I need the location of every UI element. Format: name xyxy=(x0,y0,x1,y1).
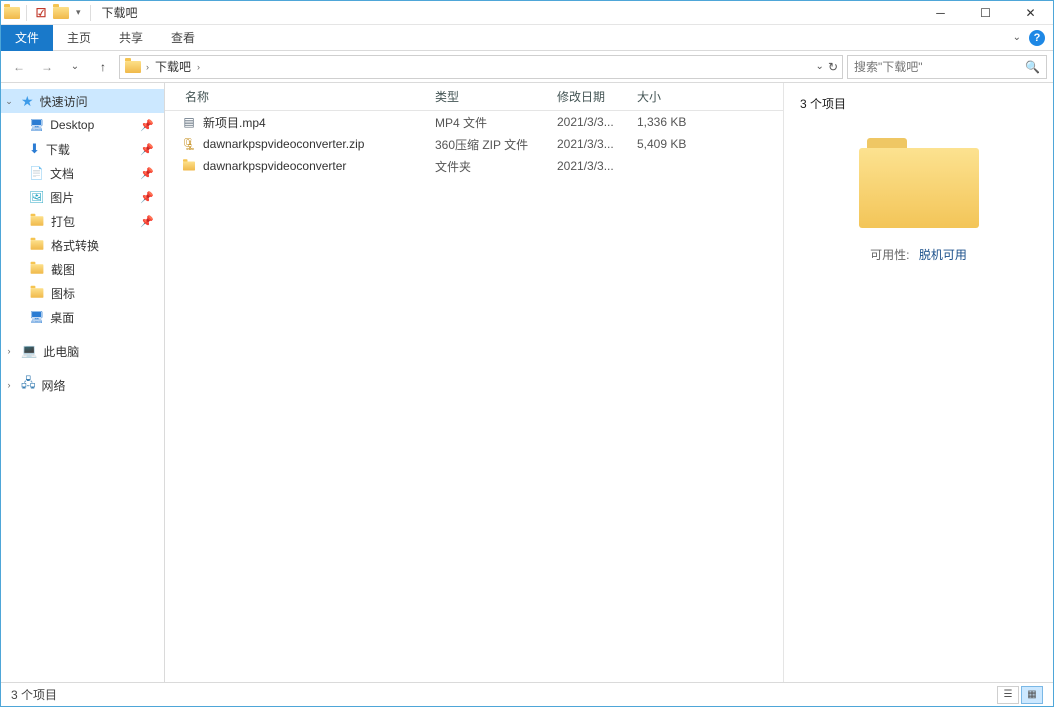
col-type[interactable]: 类型 xyxy=(427,88,549,105)
pin-icon: 📌 xyxy=(140,191,154,204)
file-row[interactable]: dawnarkpspvideoconverter 文件夹2021/3/3... xyxy=(165,155,783,177)
recent-dropdown[interactable]: ⌄ xyxy=(63,55,87,79)
ribbon-expand-icon[interactable]: ⌄ xyxy=(1013,32,1021,43)
file-type: 文件夹 xyxy=(427,158,549,175)
folder-icon xyxy=(29,213,45,229)
file-size: 1,336 KB xyxy=(629,115,709,129)
col-name[interactable]: 名称 xyxy=(165,88,427,105)
pin-icon: 📌 xyxy=(140,215,154,228)
sidebar-item-desktop[interactable]: 🖥Desktop📌 xyxy=(1,113,164,137)
search-icon[interactable]: 🔍 xyxy=(1025,60,1040,74)
col-size[interactable]: 大小 xyxy=(629,88,709,105)
network-icon: 🖧 xyxy=(21,374,36,396)
folder-icon xyxy=(29,261,45,277)
crumb-sep-icon[interactable]: › xyxy=(197,62,200,72)
pc-icon: 💻 xyxy=(21,343,37,359)
view-icons-button[interactable]: ▦ xyxy=(1021,686,1043,704)
desktop-icon: 🖥 xyxy=(29,118,44,132)
sidebar-item-desktop2[interactable]: 🖥桌面 xyxy=(1,305,164,329)
file-date: 2021/3/3... xyxy=(549,115,629,129)
star-icon: ★ xyxy=(21,93,34,110)
maximize-button[interactable]: ☐ xyxy=(963,1,1008,25)
sidebar-item-folder[interactable]: 格式转换 xyxy=(1,233,164,257)
details-availability: 可用性: 脱机可用 xyxy=(870,246,967,263)
folder-icon xyxy=(29,237,45,253)
details-count: 3 个项目 xyxy=(800,95,846,112)
refresh-icon[interactable]: ↻ xyxy=(828,60,838,74)
sidebar-item-folder[interactable]: 打包📌 xyxy=(1,209,164,233)
file-row[interactable]: ▤ 新项目.mp4 MP4 文件2021/3/3...1,336 KB xyxy=(165,111,783,133)
chevron-down-icon[interactable]: ⌄ xyxy=(3,96,15,107)
pin-icon: 📌 xyxy=(140,143,154,156)
col-date[interactable]: 修改日期 xyxy=(549,88,629,105)
zip-file-icon: 🗜 xyxy=(181,136,197,152)
tab-home[interactable]: 主页 xyxy=(53,25,105,51)
file-date: 2021/3/3... xyxy=(549,159,629,173)
video-file-icon: ▤ xyxy=(181,114,197,130)
file-size: 5,409 KB xyxy=(629,137,709,151)
file-list-pane: 名称 类型 修改日期 大小 ▤新项目.mp4MP4 文件2021/3/3...1… xyxy=(165,83,783,682)
sidebar-item-folder[interactable]: 截图 xyxy=(1,257,164,281)
pictures-icon: 🖼 xyxy=(29,190,44,204)
qat-newfolder-icon[interactable] xyxy=(52,4,70,22)
window-title: 下载吧 xyxy=(102,4,138,21)
file-name: dawnarkpspvideoconverter xyxy=(203,159,346,173)
chevron-right-icon[interactable]: › xyxy=(3,380,15,390)
qat-dropdown-icon[interactable]: ▾ xyxy=(72,7,85,18)
file-name: 新项目.mp4 xyxy=(203,114,266,131)
file-type: MP4 文件 xyxy=(427,114,549,131)
nav-pane: ⌄ ★ 快速访问 🖥Desktop📌 ⬇下载📌 📄文档📌 🖼图片📌 打包📌 格式… xyxy=(1,83,165,682)
help-icon[interactable]: ? xyxy=(1029,30,1045,46)
address-bar[interactable]: › 下载吧 › ⌄ ↻ xyxy=(119,55,843,79)
breadcrumb-current[interactable]: 下载吧 xyxy=(153,58,193,75)
qat-properties-icon[interactable]: ☑ xyxy=(32,4,50,22)
tab-file[interactable]: 文件 xyxy=(1,25,53,51)
forward-button[interactable]: → xyxy=(35,55,59,79)
status-bar: 3 个项目 ☰ ▦ xyxy=(1,682,1053,706)
file-type: 360压缩 ZIP 文件 xyxy=(427,136,549,153)
sidebar-item-documents[interactable]: 📄文档📌 xyxy=(1,161,164,185)
address-history-icon[interactable]: ⌄ xyxy=(816,61,824,72)
download-icon: ⬇ xyxy=(29,141,40,157)
search-input[interactable] xyxy=(854,60,1025,74)
sidebar-quick-access-label: 快速访问 xyxy=(40,93,88,110)
file-row[interactable]: 🗜 dawnarkpspvideoconverter.zip 360压缩 ZIP 文… xyxy=(165,133,783,155)
pin-icon: 📌 xyxy=(140,119,154,132)
sidebar-quick-access[interactable]: ⌄ ★ 快速访问 xyxy=(1,89,164,113)
monitor-icon: 🖥 xyxy=(29,310,44,324)
search-box[interactable]: 🔍 xyxy=(847,55,1047,79)
details-pane: 3 个项目 可用性: 脱机可用 xyxy=(783,83,1053,682)
minimize-button[interactable]: ─ xyxy=(918,1,963,25)
app-folder-icon xyxy=(3,4,21,22)
pin-icon: 📌 xyxy=(140,167,154,180)
folder-icon xyxy=(29,285,45,301)
sidebar-item-folder[interactable]: 图标 xyxy=(1,281,164,305)
sidebar-item-pictures[interactable]: 🖼图片📌 xyxy=(1,185,164,209)
file-date: 2021/3/3... xyxy=(549,137,629,151)
tab-view[interactable]: 查看 xyxy=(157,25,209,51)
sidebar-item-downloads[interactable]: ⬇下载📌 xyxy=(1,137,164,161)
sidebar-this-pc[interactable]: ›💻此电脑 xyxy=(1,339,164,363)
file-list[interactable]: ▤新项目.mp4MP4 文件2021/3/3...1,336 KB🗜dawnar… xyxy=(165,111,783,682)
column-headers: 名称 类型 修改日期 大小 xyxy=(165,83,783,111)
chevron-right-icon[interactable]: › xyxy=(3,346,15,356)
folder-preview-icon xyxy=(859,138,979,228)
close-button[interactable]: ✕ xyxy=(1008,1,1053,25)
ribbon-tabs: 文件 主页 共享 查看 ⌄ ? xyxy=(1,25,1053,51)
status-text: 3 个项目 xyxy=(11,686,57,703)
nav-bar: ← → ⌄ ↑ › 下载吧 › ⌄ ↻ 🔍 xyxy=(1,51,1053,83)
file-name: dawnarkpspvideoconverter.zip xyxy=(203,137,364,151)
view-details-button[interactable]: ☰ xyxy=(997,686,1019,704)
tab-share[interactable]: 共享 xyxy=(105,25,157,51)
up-button[interactable]: ↑ xyxy=(91,55,115,79)
sidebar-network[interactable]: ›🖧网络 xyxy=(1,373,164,397)
folder-icon xyxy=(181,158,197,174)
address-folder-icon xyxy=(124,58,142,76)
document-icon: 📄 xyxy=(29,166,44,180)
crumb-sep-icon[interactable]: › xyxy=(146,62,149,72)
back-button[interactable]: ← xyxy=(7,55,31,79)
title-bar: ☑ ▾ 下载吧 ─ ☐ ✕ xyxy=(1,1,1053,25)
